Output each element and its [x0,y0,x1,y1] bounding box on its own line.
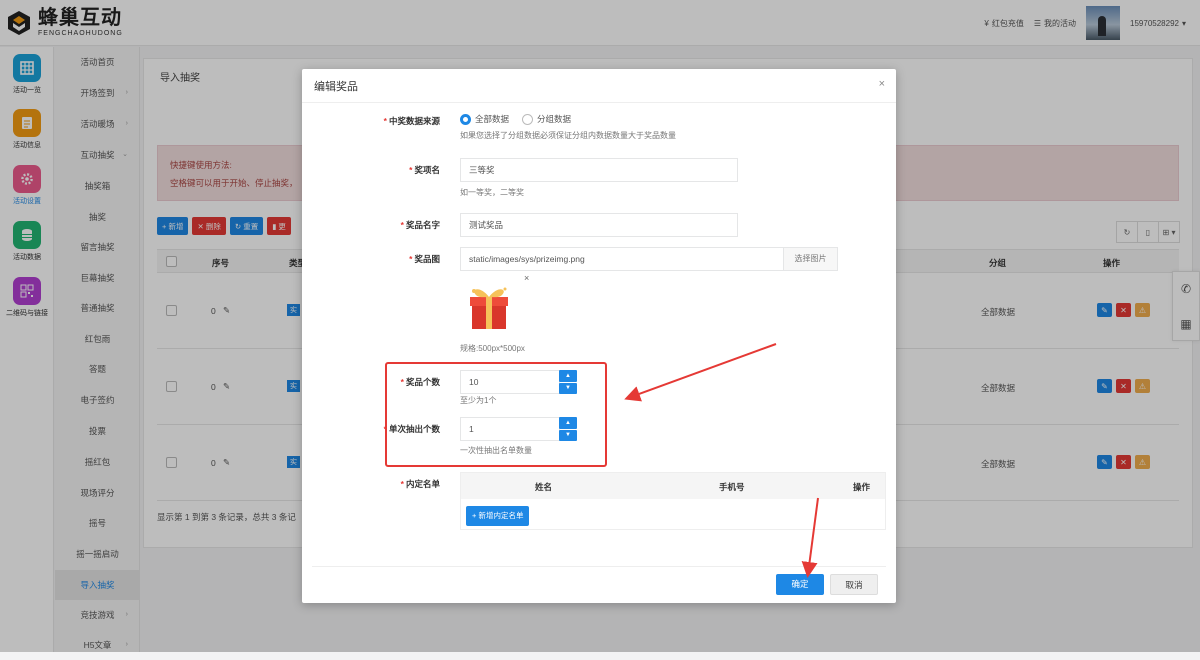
radio-selected-icon [460,113,471,125]
edit-prize-dialog: 编辑奖品 × * 中奖数据来源 全部数据 分组数据 如果您选择了分组数据必须保证分… [302,69,896,603]
prize-name-input[interactable]: 测试奖品 [460,213,738,237]
dialog-title: 编辑奖品 [314,81,358,93]
header-phone: 手机号 [719,482,745,492]
gift-box-image [464,281,514,333]
level-name-input[interactable]: 三等奖 [460,158,738,182]
image-label: * 奖品图 [409,254,440,264]
level-help: 如一等奖，二等奖 [460,188,524,197]
source-label-text: 中奖数据来源 [388,116,440,126]
preset-table-header: 姓名 手机号 操作 [461,473,885,499]
dialog-footer-divider [312,566,886,567]
prize-name-label-text: 奖品名字 [405,220,440,230]
prize-name-label: * 奖品名字 [400,220,440,230]
level-label-text: 奖项名 [414,165,440,175]
radio-unselected-icon [522,113,533,125]
radio-all-data[interactable]: 全部数据 [460,113,509,125]
cancel-button[interactable]: 取消 [830,574,878,595]
preset-label-text: 内定名单 [405,479,440,489]
image-path-input[interactable]: static/images/sys/prizeimg.png [460,247,784,271]
radio-label: 分组数据 [537,114,572,124]
source-label: * 中奖数据来源 [383,116,440,126]
source-help: 如果您选择了分组数据必须保证分组内数据数量大于奖品数量 [460,131,676,140]
add-preset-button[interactable]: + 新增内定名单 [466,506,530,526]
preset-table: 姓名 手机号 操作 + 新增内定名单 [460,472,886,530]
image-spec: 规格:500px*500px [460,344,525,353]
level-label: * 奖项名 [409,165,440,175]
preset-label: * 内定名单 [400,479,440,489]
radio-label: 全部数据 [475,114,510,124]
choose-image-button[interactable]: 选择图片 [783,247,838,271]
radio-group-data[interactable]: 分组数据 [522,113,571,125]
confirm-button[interactable]: 确定 [776,574,824,595]
image-label-text: 奖品图 [414,254,440,264]
remove-image-icon[interactable]: × [524,273,529,283]
header-name: 姓名 [535,482,553,492]
highlight-box [385,362,607,467]
close-icon[interactable]: × [879,78,885,90]
dialog-header: 编辑奖品 × [302,69,896,103]
header-ops: 操作 [853,482,871,492]
